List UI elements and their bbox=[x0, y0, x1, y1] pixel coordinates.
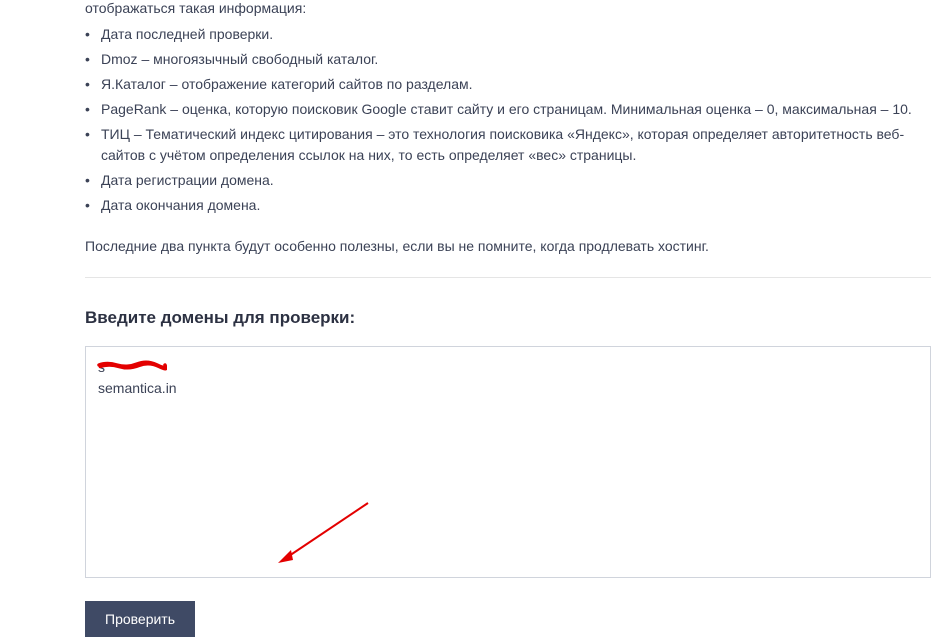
list-item: Дата последней проверки. bbox=[85, 24, 931, 45]
section-title: Введите домены для проверки: bbox=[85, 308, 931, 328]
domain-input[interactable] bbox=[85, 346, 931, 578]
list-item: PageRank – оценка, которую поисковик Goo… bbox=[85, 99, 931, 120]
check-button[interactable]: Проверить bbox=[85, 601, 195, 637]
info-list: Дата последней проверки. Dmoz – многоязы… bbox=[85, 24, 931, 216]
note-text: Последние два пункта будут особенно поле… bbox=[85, 236, 931, 257]
partial-intro-text: отображаться такая информация: bbox=[85, 0, 931, 16]
divider bbox=[85, 277, 931, 278]
textarea-wrapper bbox=[85, 346, 931, 581]
list-item: ТИЦ – Тематический индекс цитирования – … bbox=[85, 124, 931, 166]
list-item: Дата окончания домена. bbox=[85, 195, 931, 216]
list-item: Я.Каталог – отображение категорий сайтов… bbox=[85, 74, 931, 95]
list-item: Дата регистрации домена. bbox=[85, 170, 931, 191]
list-item: Dmoz – многоязычный свободный каталог. bbox=[85, 49, 931, 70]
